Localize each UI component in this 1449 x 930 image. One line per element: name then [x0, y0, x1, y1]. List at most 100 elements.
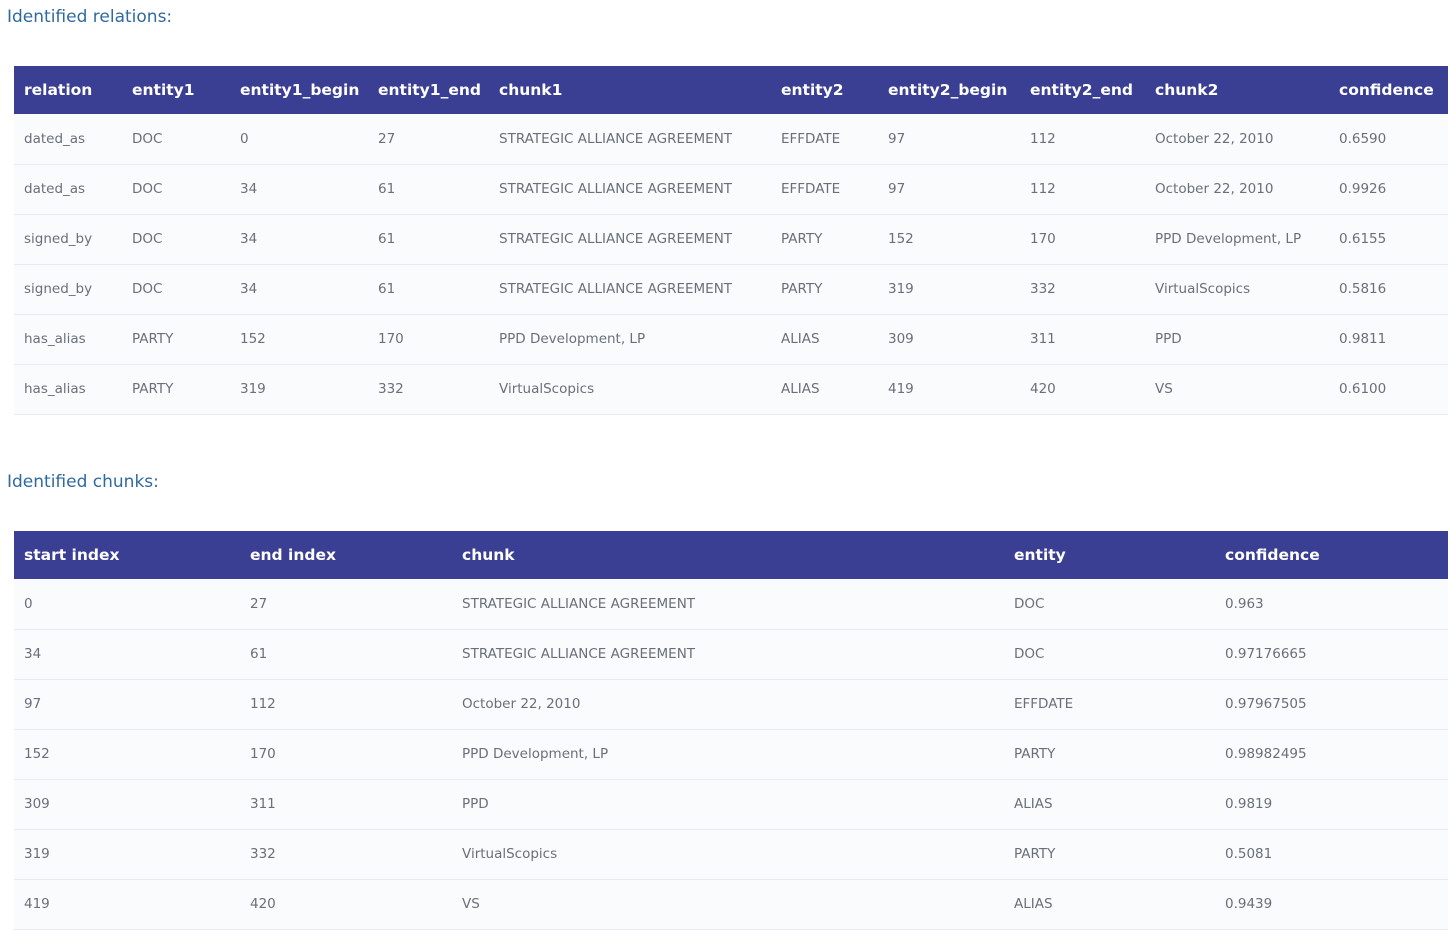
chunks-table: start index end index chunk entity confi…: [14, 531, 1448, 930]
table-cell: 332: [250, 846, 276, 862]
table-cell: PPD Development, LP: [1155, 231, 1302, 247]
column-header[interactable]: entity1_end: [368, 66, 489, 114]
table-cell: 0.5081: [1225, 846, 1273, 862]
table-cell: 332: [1030, 281, 1056, 297]
table-cell: dated_as: [24, 130, 86, 147]
column-header[interactable]: entity2_end: [1020, 66, 1145, 114]
column-header[interactable]: entity1: [122, 66, 230, 114]
table-cell: 61: [378, 181, 396, 197]
table-cell: October 22, 2010: [1155, 130, 1274, 147]
table-cell: DOC: [132, 231, 163, 247]
table-cell: STRATEGIC ALLIANCE AGREEMENT: [499, 130, 733, 147]
table-cell: PARTY: [1014, 746, 1056, 762]
table-cell: has_alias: [24, 331, 86, 347]
table-cell: PPD: [462, 796, 489, 812]
table-cell: VirtualScopics: [499, 381, 595, 397]
table-cell: 61: [250, 646, 268, 662]
table-cell: EFFDATE: [781, 181, 841, 197]
table-cell: 0.6100: [1339, 381, 1387, 397]
table-cell: STRATEGIC ALLIANCE AGREEMENT: [499, 181, 733, 197]
table-cell: EFFDATE: [1014, 696, 1074, 712]
table-cell: 319: [240, 381, 266, 397]
table-cell: EFFDATE: [781, 130, 841, 147]
table-cell: PARTY: [132, 381, 174, 397]
relations-table: relation entity1 entity1_begin entity1_e…: [14, 66, 1448, 415]
table-row: 0 27 STRATEGIC ALLIANCE AGREEMENT DOC 0.…: [14, 579, 1448, 629]
table-cell: signed_by: [24, 281, 93, 297]
table-cell: 27: [250, 595, 268, 612]
table-row: 309 311 PPD ALIAS 0.9819: [14, 779, 1448, 829]
table-row: 419 420 VS ALIAS 0.9439: [14, 879, 1448, 929]
column-header[interactable]: entity2_begin: [878, 66, 1020, 114]
table-cell: 97: [888, 181, 906, 197]
table-cell: has_alias: [24, 381, 86, 397]
table-cell: VirtualScopics: [462, 846, 558, 862]
table-cell: 0.9811: [1339, 331, 1387, 347]
relations-section-title: Identified relations:: [7, 7, 173, 27]
column-header[interactable]: start index: [14, 531, 240, 579]
table-cell: 34: [240, 181, 258, 197]
table-cell: 170: [1030, 231, 1056, 247]
table-cell: VS: [1155, 381, 1173, 397]
column-header[interactable]: entity: [1004, 531, 1215, 579]
column-header[interactable]: chunk1: [489, 66, 771, 114]
table-cell: PPD Development, LP: [462, 746, 609, 762]
column-header[interactable]: relation: [14, 66, 122, 114]
table-cell: 112: [1030, 130, 1056, 147]
table-cell: 420: [1030, 381, 1056, 397]
table-cell: 0.5816: [1339, 281, 1387, 297]
table-cell: PPD Development, LP: [499, 331, 646, 347]
table-cell: signed_by: [24, 231, 93, 247]
table-cell: ALIAS: [781, 331, 820, 347]
table-cell: 0.6590: [1339, 130, 1387, 147]
table-cell: 112: [250, 696, 276, 712]
table-cell: 0.963: [1225, 595, 1264, 612]
table-row: signed_by DOC 34 61 STRATEGIC ALLIANCE A…: [14, 214, 1448, 264]
table-cell: 170: [378, 331, 404, 347]
table-cell: PPD: [1155, 331, 1182, 347]
table-cell: 170: [250, 746, 276, 762]
column-header[interactable]: chunk: [452, 531, 1004, 579]
table-cell: dated_as: [24, 181, 86, 197]
column-header[interactable]: end index: [240, 531, 452, 579]
table-cell: 97: [888, 130, 906, 147]
table-row: 34 61 STRATEGIC ALLIANCE AGREEMENT DOC 0…: [14, 629, 1448, 679]
table-cell: 419: [24, 896, 50, 912]
table-cell: 319: [24, 846, 50, 862]
table-cell: 0.97967505: [1225, 696, 1307, 712]
table-cell: 0.6155: [1339, 231, 1387, 247]
column-header[interactable]: entity1_begin: [230, 66, 368, 114]
table-cell: ALIAS: [1014, 796, 1053, 812]
table-row: 97 112 October 22, 2010 EFFDATE 0.979675…: [14, 679, 1448, 729]
table-row: 152 170 PPD Development, LP PARTY 0.9898…: [14, 729, 1448, 779]
table-row: has_alias PARTY 152 170 PPD Development,…: [14, 314, 1448, 364]
table-cell: October 22, 2010: [1155, 181, 1274, 197]
table-cell: 319: [888, 281, 914, 297]
table-row: dated_as DOC 34 61 STRATEGIC ALLIANCE AG…: [14, 164, 1448, 214]
table-cell: DOC: [1014, 646, 1045, 662]
table-cell: PARTY: [781, 231, 823, 247]
table-cell: 0: [240, 130, 249, 147]
column-header[interactable]: confidence: [1215, 531, 1448, 579]
table-cell: 0.98982495: [1225, 746, 1307, 762]
table-cell: 420: [250, 896, 276, 912]
column-header[interactable]: chunk2: [1145, 66, 1329, 114]
table-cell: 152: [888, 231, 914, 247]
table-cell: PARTY: [132, 331, 174, 347]
table-cell: 152: [24, 746, 50, 762]
table-cell: 97: [24, 696, 42, 712]
table-cell: 311: [250, 796, 276, 812]
table-cell: DOC: [132, 130, 163, 147]
table-cell: 0.9926: [1339, 181, 1387, 197]
table-cell: STRATEGIC ALLIANCE AGREEMENT: [462, 595, 696, 612]
table-cell: 61: [378, 231, 396, 247]
column-header[interactable]: entity2: [771, 66, 878, 114]
table-cell: 34: [240, 231, 258, 247]
table-cell: ALIAS: [781, 381, 820, 397]
table-cell: DOC: [132, 181, 163, 197]
table-cell: 27: [378, 130, 396, 147]
column-header[interactable]: confidence: [1329, 66, 1448, 114]
table-row: has_alias PARTY 319 332 VirtualScopics A…: [14, 364, 1448, 414]
table-cell: 0.97176665: [1225, 646, 1307, 662]
relations-header-row: relation entity1 entity1_begin entity1_e…: [14, 66, 1448, 114]
